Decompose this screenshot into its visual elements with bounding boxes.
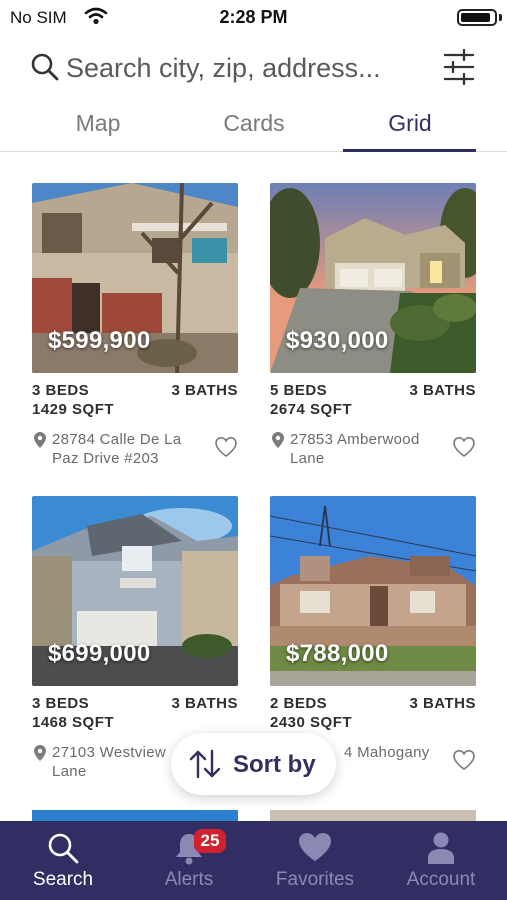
baths-count: 3 BATHS xyxy=(409,695,476,712)
heart-icon xyxy=(299,833,331,861)
bottom-tab-bar: Search 25 Alerts Favorites Account xyxy=(0,821,507,900)
listing-photo[interactable]: $599,900 xyxy=(32,183,238,373)
listing-address: 28784 Calle De La Paz Drive #203 xyxy=(52,431,182,467)
sqft-value: 2430 SQFT xyxy=(270,714,353,731)
beds-count: 3 BEDS xyxy=(32,695,90,712)
map-pin-icon xyxy=(272,432,284,448)
nav-search-label: Search xyxy=(32,869,94,890)
search-icon xyxy=(48,833,79,864)
nav-alerts[interactable]: 25 Alerts xyxy=(126,821,252,900)
active-tab-indicator xyxy=(343,149,476,152)
tab-map[interactable]: Map xyxy=(31,110,165,152)
listing-photo[interactable]: $788,000 xyxy=(270,496,476,686)
listing-card[interactable]: $599,900 3 BEDS 3 BATHS 1429 SQFT 28784 … xyxy=(32,183,238,474)
map-pin-icon xyxy=(34,432,46,448)
listing-card[interactable]: $930,000 5 BEDS 3 BATHS 2674 SQFT 27853 … xyxy=(270,183,476,474)
nav-favorites[interactable]: Favorites xyxy=(252,821,378,900)
baths-count: 3 BATHS xyxy=(409,382,476,399)
listing-photo-partial[interactable] xyxy=(32,810,238,821)
alerts-badge: 25 xyxy=(194,829,226,853)
listing-price: $930,000 xyxy=(286,327,389,354)
nav-alerts-label: Alerts xyxy=(164,869,214,890)
search-input[interactable] xyxy=(66,48,431,88)
sort-by-button[interactable]: Sort by xyxy=(171,733,336,795)
listing-photo[interactable]: $699,000 xyxy=(32,496,238,686)
listing-specs: 3 BEDS 3 BATHS 1468 SQFT xyxy=(32,695,238,735)
address-row: 28784 Calle De La Paz Drive #203 xyxy=(32,430,238,474)
beds-count: 5 BEDS xyxy=(270,382,328,399)
baths-count: 3 BATHS xyxy=(171,382,238,399)
battery-level xyxy=(461,13,490,22)
tab-cards[interactable]: Cards xyxy=(187,110,321,152)
listing-specs: 3 BEDS 3 BATHS 1429 SQFT xyxy=(32,382,238,422)
view-tabs: Map Cards Grid xyxy=(0,104,507,152)
nav-search[interactable]: Search xyxy=(0,821,126,900)
status-bar: No SIM 2:28 PM xyxy=(0,0,507,34)
listing-price: $699,000 xyxy=(48,640,151,667)
sqft-value: 1429 SQFT xyxy=(32,401,115,418)
listing-specs: 5 BEDS 3 BATHS 2674 SQFT xyxy=(270,382,476,422)
listing-address: 4 Mahogany xyxy=(344,744,430,761)
beds-count: 3 BEDS xyxy=(32,382,90,399)
sqft-value: 2674 SQFT xyxy=(270,401,353,418)
search-bar xyxy=(0,42,507,94)
sqft-value: 1468 SQFT xyxy=(32,714,115,731)
baths-count: 3 BATHS xyxy=(171,695,238,712)
listing-price: $788,000 xyxy=(286,640,389,667)
battery-icon xyxy=(457,9,497,26)
address-row: 27853 Amberwood Lane xyxy=(270,430,476,474)
nav-favorites-label: Favorites xyxy=(275,869,355,890)
sort-by-label: Sort by xyxy=(233,751,316,778)
sort-arrows-icon xyxy=(189,749,221,779)
nav-account-label: Account xyxy=(406,869,476,890)
listing-price: $599,900 xyxy=(48,327,151,354)
listing-specs: 2 BEDS 3 BATHS 2430 SQFT xyxy=(270,695,476,735)
nav-account[interactable]: Account xyxy=(378,821,504,900)
sliders-icon[interactable] xyxy=(442,48,476,86)
search-icon xyxy=(31,53,59,81)
favorite-heart-icon[interactable] xyxy=(214,436,238,458)
favorite-heart-icon[interactable] xyxy=(452,749,476,771)
listing-photo-partial[interactable] xyxy=(270,810,476,821)
favorite-heart-icon[interactable] xyxy=(452,436,476,458)
person-icon xyxy=(428,832,454,864)
map-pin-icon xyxy=(34,745,46,761)
tab-grid[interactable]: Grid xyxy=(343,110,477,152)
clock: 2:28 PM xyxy=(219,7,288,27)
beds-count: 2 BEDS xyxy=(270,695,328,712)
listing-photo[interactable]: $930,000 xyxy=(270,183,476,373)
listing-address: 27853 Amberwood Lane xyxy=(290,431,420,467)
